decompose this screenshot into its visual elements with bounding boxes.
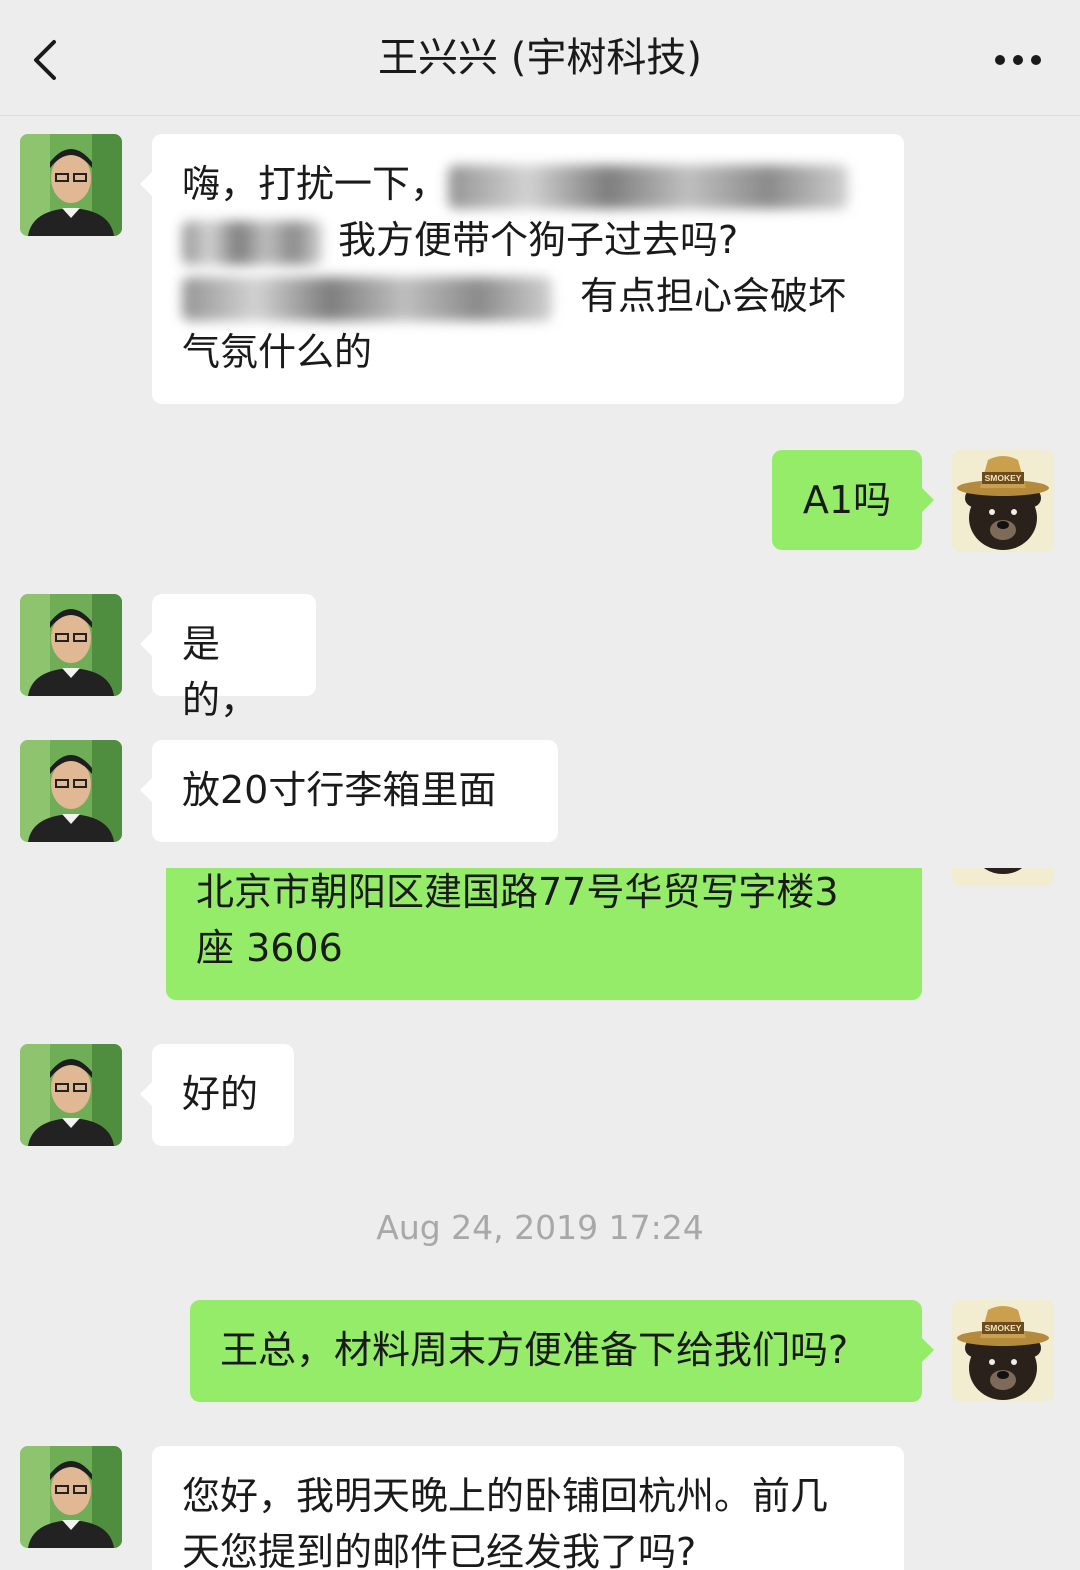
self-avatar[interactable]: SMOKEY [952,1300,1054,1402]
bubble-tail [140,1082,152,1106]
bubble-tail [140,172,152,196]
message-bubble-outgoing[interactable]: A1吗 [772,450,934,550]
timestamp: Aug 24, 2019 17:24 [376,1208,704,1247]
redacted-blur [182,276,552,321]
man-portrait-avatar [20,594,122,696]
chat-header: 王兴兴 (宇树科技) [0,0,1080,116]
redacted-blur [448,164,849,209]
smokey-bear-avatar: SMOKEY [952,450,1054,552]
bubble-tail [140,632,152,656]
message-line: 气氛什么的 [182,330,373,374]
message-line: 我方便带个狗子过去吗? [182,212,874,268]
bubble-tail [140,778,152,802]
message-bubble-outgoing[interactable]: 北京市朝阳区建国路77号华贸写字楼3 座 3606 [166,868,922,1000]
man-portrait-avatar [20,740,122,842]
smokey-bear-avatar: SMOKEY [952,1300,1054,1402]
message-line: 您好，我明天晚上的卧铺回杭州。前几 [182,1474,829,1518]
man-portrait-avatar [20,134,122,236]
message-bubble-incoming[interactable]: 放20寸行李箱里面 [140,740,558,842]
smokey-hat-text: SMOKEY [985,1323,1022,1333]
message-bubble-incoming[interactable]: 您好，我明天晚上的卧铺回杭州。前几 天您提到的邮件已经发我了吗? [152,1446,904,1570]
message-line: 座 3606 [196,926,343,970]
smokey-bear-avatar [978,868,1028,874]
more-dots-icon[interactable] [990,48,1046,72]
message-bubble-incoming[interactable]: 嗨，打扰一下， 我方便带个狗子过去吗? 有点担心会破坏 气氛什么的 [140,134,904,404]
contact-avatar[interactable] [20,1044,122,1146]
contact-avatar[interactable] [20,1446,122,1548]
message-line: 嗨，打扰一下， [182,156,874,212]
man-portrait-avatar [20,1044,122,1146]
message-text: 王总，材料周末方便准备下给我们吗? [220,1328,849,1372]
redacted-blur [182,220,322,265]
bubble-tail [922,1338,934,1362]
smokey-hat-text: SMOKEY [985,473,1022,483]
message-line: 北京市朝阳区建国路77号华贸写字楼3 [196,870,839,914]
message-text: A1吗 [802,478,892,522]
self-avatar[interactable] [952,868,1054,886]
message-line: 天您提到的邮件已经发我了吗? [182,1530,697,1570]
clipped-message-region: 北京市朝阳区建国路77号华贸写字楼3 座 3606 [0,868,1080,1008]
contact-avatar[interactable] [20,594,122,696]
message-bubble-outgoing[interactable]: 王总，材料周末方便准备下给我们吗? [190,1300,934,1402]
message-text: 是的， [182,622,259,722]
message-bubble-incoming[interactable]: 好的 [140,1044,294,1146]
contact-avatar[interactable] [20,134,122,236]
message-line: 有点担心会破坏 [182,268,874,324]
chat-title: 王兴兴 (宇树科技) [378,35,702,81]
self-avatar[interactable]: SMOKEY [952,450,1054,552]
message-text: 好的 [182,1072,259,1116]
bubble-tail [922,488,934,512]
man-portrait-avatar [20,1446,122,1548]
contact-avatar[interactable] [20,740,122,842]
message-text: 放20寸行李箱里面 [182,768,497,812]
message-bubble-incoming[interactable]: 是的， [140,594,316,722]
